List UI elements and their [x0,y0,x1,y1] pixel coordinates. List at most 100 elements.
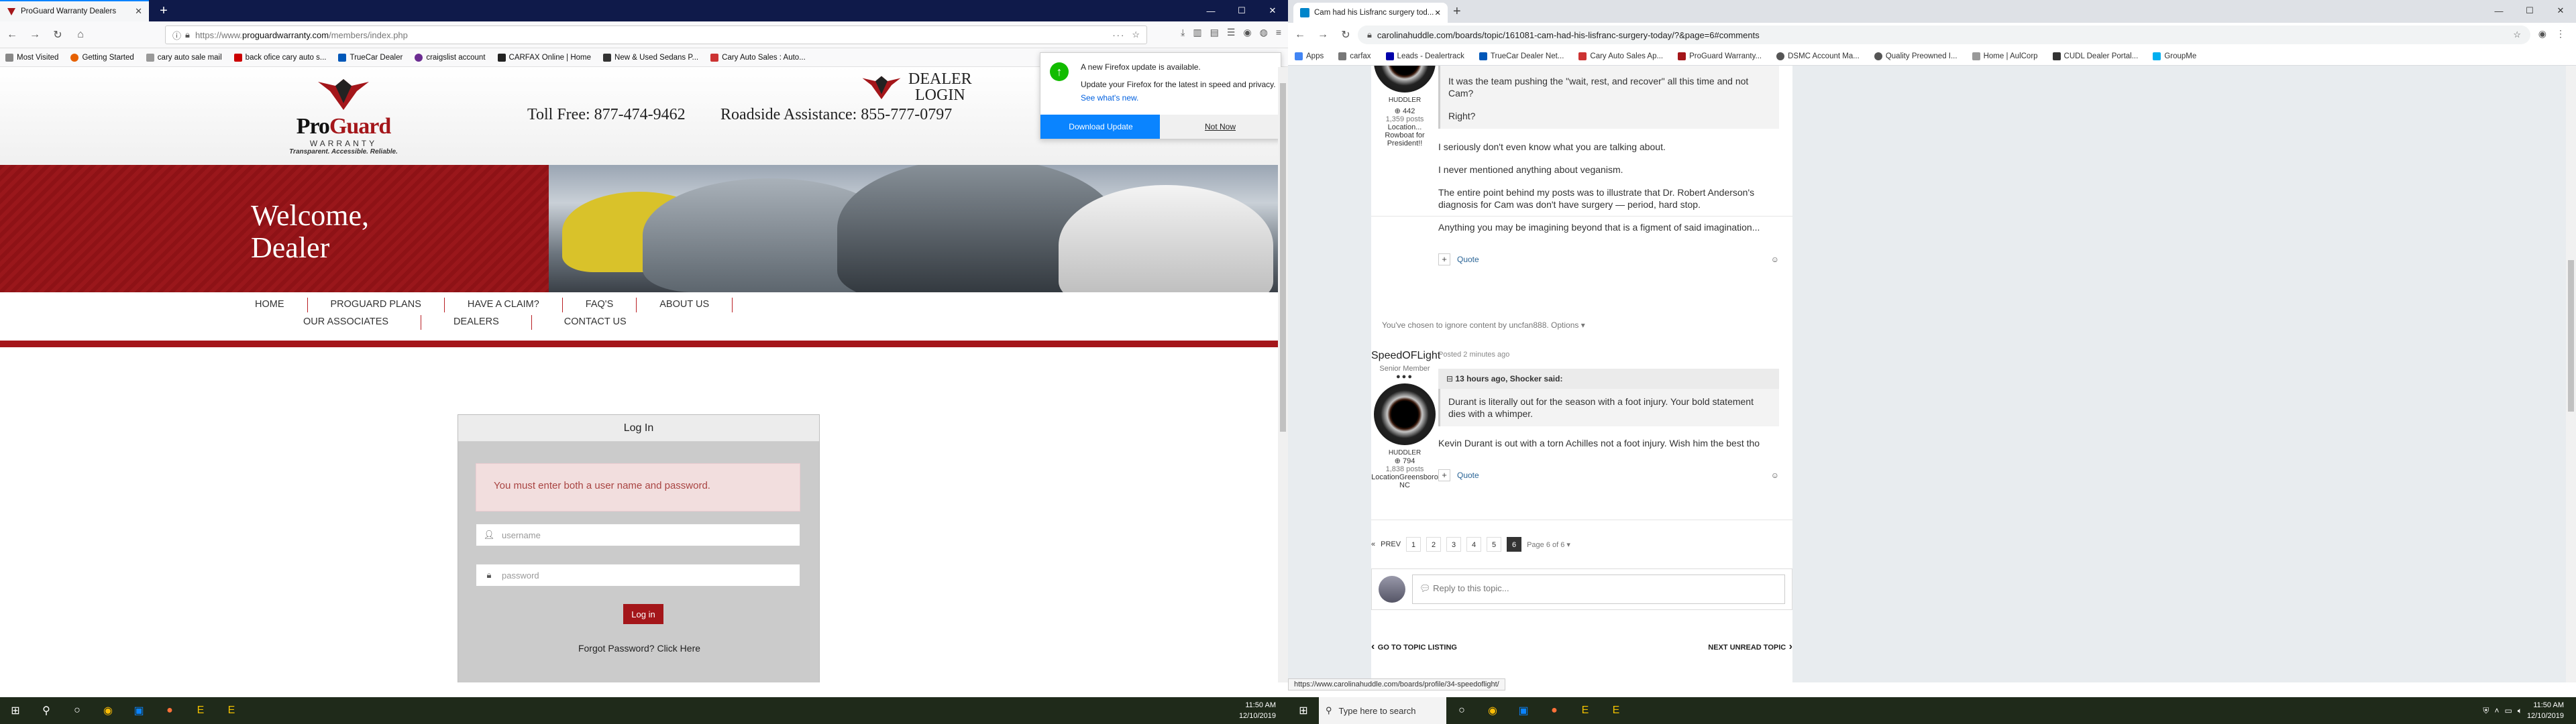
search-icon[interactable]: ⚲ [31,697,62,724]
multiquote-icon[interactable]: + [1438,253,1450,265]
new-tab-icon[interactable]: + [156,3,172,19]
current-page[interactable]: 6 [1507,537,1522,552]
scrollbar-thumb[interactable] [1280,83,1286,432]
author-name[interactable]: SpeedOFLight [1371,350,1440,362]
bookmark-item[interactable]: Most Visited [5,53,58,62]
forward-icon[interactable]: → [28,29,42,41]
tab-proguard[interactable]: ProGuard Warranty Dealers ✕ [0,0,149,21]
login-button[interactable]: Log in [623,604,663,624]
page-actions-icon[interactable]: ··· [1112,30,1125,40]
volume-icon[interactable]: 🔈︎ [2518,706,2522,716]
bookmark-star-icon[interactable]: ☆ [1132,29,1140,40]
bookmark-item[interactable]: Home | AulCorp [1972,52,2038,60]
page-jump-dropdown[interactable]: Page 6 of 6 ▾ [1527,540,1570,549]
sidebar-icon[interactable]: ▤ [1210,27,1219,38]
app-icon[interactable]: E [185,697,216,724]
multiquote-icon[interactable]: + [1438,469,1450,481]
library-icon[interactable]: ▥ [1193,27,1201,38]
nav-home[interactable]: HOME [232,298,308,312]
bookmark-item[interactable]: TrueCar Dealer Net... [1479,52,1564,60]
clock[interactable]: 11:50 AM 12/10/2019 [2527,700,2564,721]
menu-icon[interactable]: ≡ [1276,27,1281,38]
password-field[interactable]: 🔒︎ password [476,564,800,587]
close-window-icon[interactable]: ✕ [2545,0,2576,21]
account-icon[interactable]: ◉ [1243,27,1251,38]
chrome-icon[interactable]: ◉ [93,697,123,724]
page-link[interactable]: 4 [1466,537,1482,552]
avatar[interactable] [1374,383,1436,445]
nav-our-associates[interactable]: OUR ASSOCIATES [271,315,422,330]
firefox-icon[interactable]: ● [1539,697,1570,724]
maximize-icon[interactable]: ☐ [2514,0,2545,21]
go-to-topic-listing-link[interactable]: ‹ GO TO TOPIC LISTING [1371,641,1457,653]
minimize-icon[interactable]: — [2483,0,2514,21]
reload-icon[interactable]: ↻ [51,28,64,42]
close-window-icon[interactable]: ✕ [1257,0,1288,21]
bookmark-item[interactable]: Getting Started [70,53,134,62]
bookmark-item[interactable]: New & Used Sedans P... [603,53,698,62]
bookmark-item[interactable]: Quality Preowned I... [1874,52,1957,60]
taskbar-search-box[interactable]: ⚲ Type here to search [1319,697,1446,724]
nav-about-us[interactable]: ABOUT US [637,298,733,312]
reply-input[interactable]: 💬︎ Reply to this topic... [1412,575,1785,604]
chrome-icon[interactable]: ◉ [1477,697,1508,724]
dealer-login-link[interactable]: DEALER LOGIN [861,71,972,103]
bookmark-item[interactable]: CUDL Dealer Portal... [2052,52,2138,60]
downloads-icon[interactable]: ⤓ [1181,27,1185,38]
forgot-password-link[interactable]: Forgot Password? Click Here [458,643,820,654]
reader-icon[interactable]: ☰ [1227,27,1236,38]
page-link[interactable]: 2 [1426,537,1442,552]
profile-icon[interactable]: ◉ [2538,28,2546,40]
app-icon[interactable]: E [1570,697,1601,724]
nav-faqs[interactable]: FAQ'S [563,298,637,312]
bookmark-item[interactable]: GroupMe [2153,52,2196,60]
back-icon[interactable]: ← [5,29,19,41]
home-icon[interactable]: ⌂ [74,29,87,41]
nav-contact-us[interactable]: CONTACT US [532,315,659,330]
page-link[interactable]: 1 [1406,537,1421,552]
shield-icon[interactable]: ⛨ [2483,706,2489,716]
page-link[interactable]: 3 [1446,537,1462,552]
back-icon[interactable]: ← [1293,29,1307,41]
extension-icon[interactable]: ◍ [1260,27,1268,38]
nav-have-a-claim[interactable]: HAVE A CLAIM? [445,298,563,312]
reaction-icon[interactable]: ☺ [1771,469,1779,481]
username-field[interactable]: 👤︎ username [476,524,800,546]
app-icon[interactable]: E [216,697,247,724]
network-icon[interactable]: ▭ [2504,706,2512,715]
url-bar[interactable]: ⓘ 🔒︎ https://www. proguardwarranty.com/me… [165,25,1147,44]
bookmark-item[interactable]: DSMC Account Ma... [1776,52,1860,60]
bookmark-item[interactable]: TrueCar Dealer [338,53,402,62]
reload-icon[interactable]: ↻ [1339,28,1352,42]
close-tab-icon[interactable]: ✕ [135,6,142,17]
close-tab-icon[interactable]: ✕ [1434,8,1441,17]
windows-start-icon[interactable]: ⊞ [1288,697,1319,724]
quote-button[interactable]: Quote [1457,469,1479,481]
nav-dealers[interactable]: DEALERS [421,315,532,330]
bookmark-item[interactable]: Cary Auto Sales : Auto... [710,53,806,62]
prev-icon[interactable]: « [1371,540,1375,548]
page-scrollbar[interactable] [1278,67,1288,682]
whats-new-link[interactable]: See what's new. [1081,93,1138,103]
bookmark-item[interactable]: carfax [1338,52,1371,60]
new-tab-icon[interactable]: + [1453,4,1461,19]
bookmark-item[interactable]: craigslist account [415,53,486,62]
tab-carolina-huddle[interactable]: Cam had his Lisfranc surgery tod... ✕ [1293,3,1448,23]
minimize-icon[interactable]: — [1195,0,1226,21]
omnibox[interactable]: 🔒︎ carolinahuddle.com/boards/topic/16108… [1358,25,2530,44]
chevron-up-icon[interactable]: ˄ [2494,706,2499,715]
prev-page-button[interactable]: PREV [1381,540,1401,548]
bookmark-item[interactable]: ProGuard Warranty... [1678,52,1762,60]
task-view-icon[interactable]: ○ [1446,697,1477,724]
collapse-icon[interactable]: ⊟ [1446,374,1455,383]
avatar[interactable] [1374,66,1436,93]
page-link[interactable]: 5 [1487,537,1502,552]
app-icon[interactable]: E [1601,697,1631,724]
clock[interactable]: 11:50 AM 12/10/2019 [1239,700,1276,721]
bookmark-item[interactable]: cary auto sale mail [146,53,222,62]
apps-button[interactable]: Apps [1295,52,1324,60]
windows-start-icon[interactable]: ⊞ [0,697,31,724]
page-scrollbar[interactable] [2566,66,2576,682]
outlook-icon[interactable]: ▣ [123,697,154,724]
task-view-icon[interactable]: ○ [62,697,93,724]
